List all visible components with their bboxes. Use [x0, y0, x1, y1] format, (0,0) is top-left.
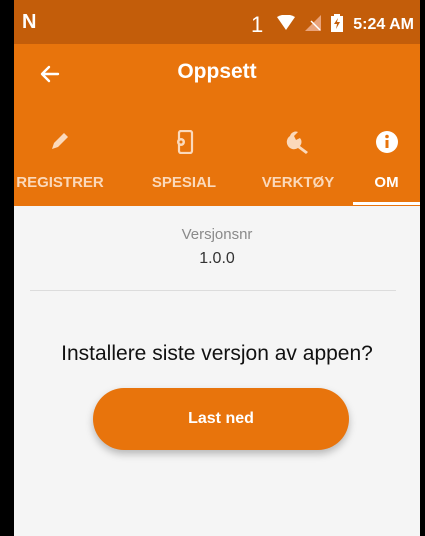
version-label: Versjonsnr [181, 226, 253, 243]
status-bar: N 1 5:24 AM [14, 0, 420, 44]
download-button[interactable]: Last ned [93, 388, 349, 450]
tab-registrer[interactable]: REGISTRER [14, 122, 120, 206]
sim-number: 1 [250, 12, 264, 37]
divider [30, 290, 396, 291]
tab-label: OM [374, 174, 399, 191]
tab-label: VERKTØY [261, 174, 335, 191]
notification-n-icon: N [22, 11, 37, 33]
tab-bar: REGISTRER SPESIAL VERKTØY OM [14, 122, 420, 206]
pencil-icon [49, 130, 71, 157]
update-question: Installere siste versjon av appen? [61, 342, 373, 365]
tab-label: SPESIAL [151, 174, 217, 191]
page-title: Oppsett [177, 60, 257, 83]
tab-spesial[interactable]: SPESIAL [134, 122, 234, 206]
info-icon [375, 130, 399, 159]
no-signal-icon [305, 14, 322, 36]
status-time: 5:24 AM [353, 16, 414, 33]
tab-om[interactable]: OM [353, 122, 420, 206]
active-tab-indicator [353, 202, 420, 205]
app-bar: Oppsett REGISTRER SPESIAL VERKTØY OM [14, 44, 420, 206]
status-icons: 1 5:24 AM [251, 12, 414, 38]
phone-screen: N 1 5:24 AM Oppsett REGISTRER SPESIAL VE… [14, 0, 420, 536]
phone-settings-icon [173, 129, 195, 159]
tab-verktoy[interactable]: VERKTØY [243, 122, 353, 206]
battery-charging-icon [331, 13, 344, 37]
wrench-icon [286, 130, 310, 159]
version-value: 1.0.0 [199, 250, 235, 267]
wifi-icon [277, 14, 296, 36]
tab-label: REGISTRER [16, 174, 104, 191]
